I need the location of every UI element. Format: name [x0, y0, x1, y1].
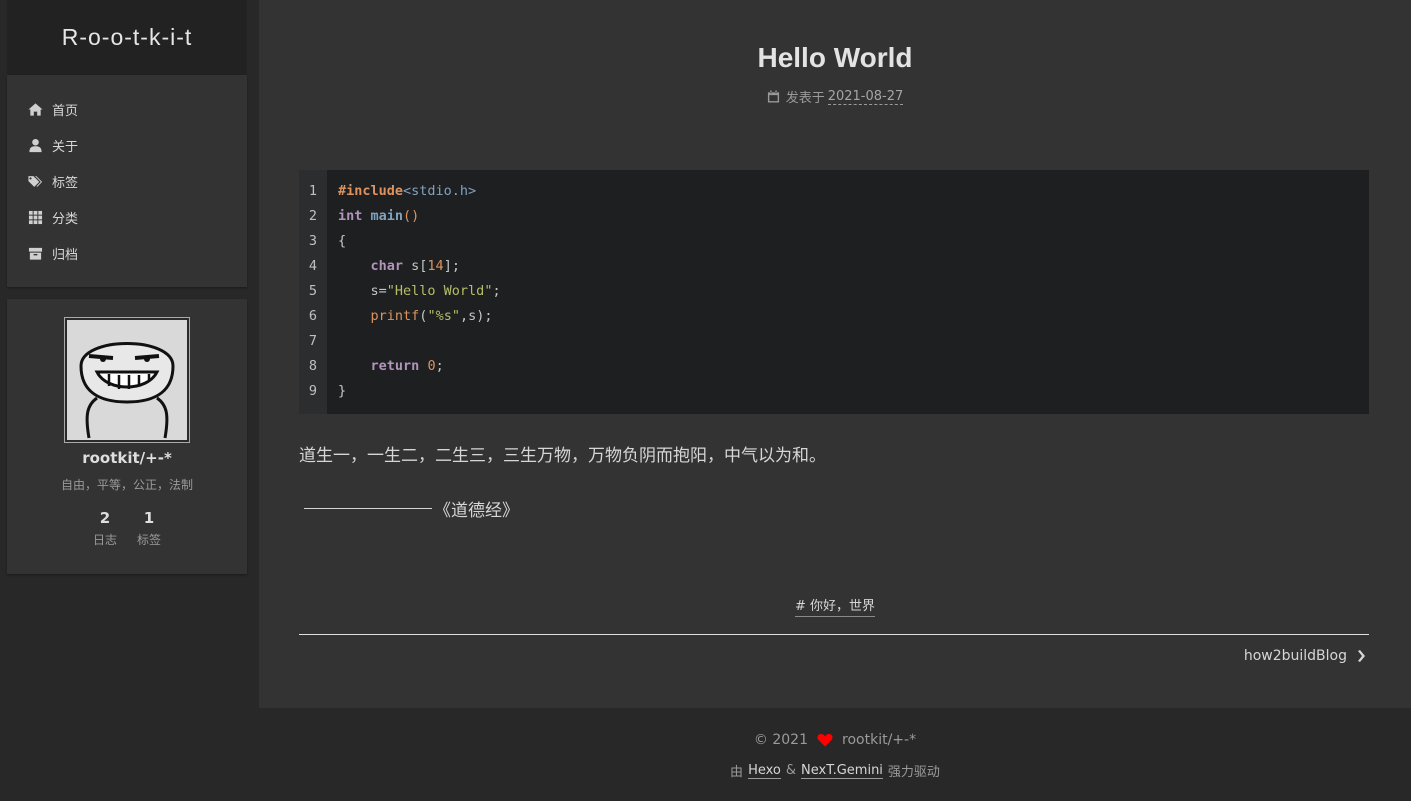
hexo-link[interactable]: Hexo — [748, 763, 781, 779]
stat-label: 标签 — [137, 533, 162, 547]
post-meta: 发表于 2021-08-27 — [259, 87, 1411, 106]
code-line: return 0; — [370, 358, 444, 374]
line-number: 3 — [308, 233, 318, 249]
menu-item-archives[interactable]: 归档 — [7, 235, 247, 271]
footer-copyright: © 2021 rootkit/+-* — [259, 732, 1411, 748]
author-panel: rootkit/+-* 自由，平等，公正，法制 2 日志 1 标签 — [7, 299, 247, 574]
menu-item-label: 关于 — [52, 139, 79, 155]
site-stats: 2 日志 1 标签 — [93, 509, 161, 548]
menu-item-label: 分类 — [52, 211, 79, 227]
next-post-title: how2buildBlog — [1243, 648, 1347, 664]
post-date: 2021-08-27 — [827, 88, 904, 105]
menu-item-categories[interactable]: 分类 — [7, 199, 247, 235]
heart-icon — [817, 734, 833, 747]
post-divider — [299, 634, 1369, 635]
archive-icon — [27, 245, 43, 261]
menu-item-label: 首页 — [52, 103, 79, 119]
menu-item-about[interactable]: 关于 — [7, 127, 247, 163]
code-line: s="Hello World"; — [338, 283, 501, 299]
line-number: 7 — [308, 333, 318, 349]
powered-prefix: 由 — [730, 765, 744, 780]
footer-owner: rootkit/+-* — [842, 732, 917, 748]
site-brand: R-o-o-t-k-i-t — [7, 0, 247, 75]
tag-link[interactable]: # 你好，世界 — [794, 595, 876, 617]
next-post-link[interactable]: how2buildBlog — [1244, 648, 1366, 664]
site-title[interactable]: R-o-o-t-k-i-t — [62, 24, 193, 51]
menu-item-label: 标签 — [52, 175, 79, 191]
author-description: 自由，平等，公正，法制 — [60, 478, 193, 492]
stat-tags[interactable]: 1 标签 — [137, 509, 161, 548]
copyright-text: © 2021 — [753, 732, 809, 748]
post-container: Hello World 发表于 2021-08-27 1 2 3 4 5 6 7… — [259, 0, 1411, 708]
home-icon — [27, 101, 43, 117]
code-line: int main() — [338, 208, 420, 224]
line-number: 1 — [308, 183, 318, 199]
em-dash-divider — [304, 508, 432, 509]
post-meta-label: 发表于 — [785, 91, 825, 106]
code-line: printf("%s",s); — [370, 308, 493, 324]
author-name: rootkit/+-* — [82, 449, 172, 467]
th-icon — [27, 209, 43, 225]
theme-link[interactable]: NexT.Gemini — [801, 763, 883, 779]
line-number: 9 — [308, 383, 318, 399]
menu-item-label: 归档 — [52, 247, 79, 263]
post-tags: # 你好，世界 — [259, 595, 1411, 617]
line-number: 6 — [308, 308, 318, 324]
post-quote: 道生一，一生二，二生三，三生万物，万物负阴而抱阳，中气以为和。 — [299, 446, 826, 466]
code-gutter: 1 2 3 4 5 6 7 8 9 — [299, 170, 327, 414]
calendar-icon — [767, 90, 779, 103]
code-line: { — [338, 233, 347, 249]
stat-posts[interactable]: 2 日志 — [93, 509, 117, 548]
powered-suffix: 强力驱动 — [887, 765, 940, 780]
stat-count: 2 — [99, 509, 111, 527]
code-block: 1 2 3 4 5 6 7 8 9 #include<stdio.h> int … — [299, 170, 1369, 414]
tags-icon — [27, 173, 43, 189]
code-line: char s[14]; — [370, 258, 460, 274]
code-line: } — [338, 383, 347, 399]
menu-item-home[interactable]: 首页 — [7, 91, 247, 127]
quote-source-title: 《道德经》 — [434, 501, 519, 521]
user-icon — [27, 137, 43, 153]
post-title[interactable]: Hello World — [259, 42, 1411, 74]
stat-label: 日志 — [92, 533, 117, 547]
chevron-right-icon — [1358, 650, 1365, 662]
avatar — [64, 317, 190, 443]
line-number: 2 — [308, 208, 318, 224]
menu-item-tags[interactable]: 标签 — [7, 163, 247, 199]
line-number: 4 — [308, 258, 318, 274]
line-number: 5 — [308, 283, 318, 299]
ampersand: & — [785, 763, 796, 778]
main-menu: 首页 关于 标签 分类 归档 — [7, 75, 247, 287]
line-number: 8 — [308, 358, 318, 374]
code-line: #include<stdio.h> — [338, 183, 477, 199]
stat-count: 1 — [143, 509, 155, 527]
avatar-face-icon — [67, 320, 187, 440]
code-lines: #include<stdio.h> int main() { char s[14… — [327, 170, 501, 414]
quote-source: 《道德经》 — [304, 496, 519, 521]
footer-powered-by: 由 Hexo & NexT.Gemini 强力驱动 — [259, 761, 1411, 781]
